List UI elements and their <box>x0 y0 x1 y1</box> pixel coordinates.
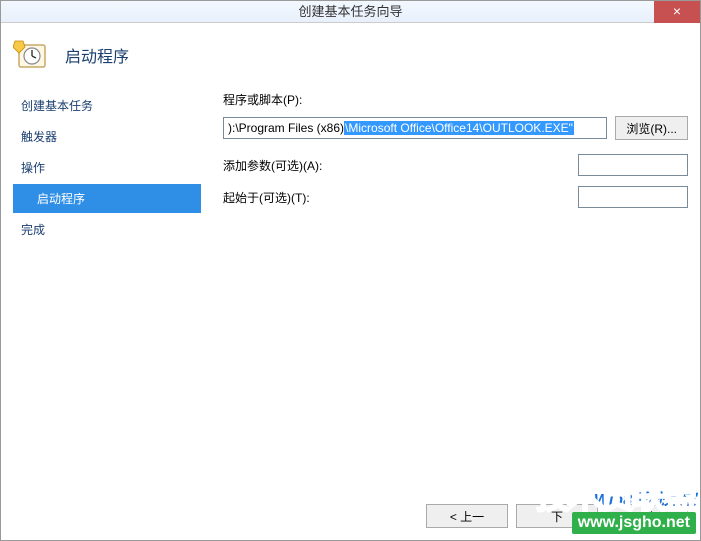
cancel-button[interactable]: 消 <box>606 504 688 528</box>
sidebar-item-action[interactable]: 操作 <box>13 153 201 182</box>
program-label: 程序或脚本(P): <box>223 91 688 108</box>
window-title: 创建基本任务向导 <box>298 4 402 19</box>
arguments-input[interactable] <box>578 154 688 176</box>
wizard-header: 启动程序 <box>1 23 700 91</box>
close-icon: × <box>673 3 681 19</box>
browse-button[interactable]: 浏览(R)... <box>615 116 688 140</box>
form-panel: 程序或脚本(P): ):\Program Files (x86)\Microso… <box>201 91 700 481</box>
close-button[interactable]: × <box>654 1 700 23</box>
startin-input[interactable] <box>578 186 688 208</box>
sidebar-item-create-task[interactable]: 创建基本任务 <box>13 91 201 120</box>
sidebar-item-finish[interactable]: 完成 <box>13 215 201 244</box>
clock-wizard-icon <box>13 37 49 73</box>
path-prefix-text: ):\Program Files (x86) <box>228 121 344 135</box>
page-title: 启动程序 <box>65 43 129 67</box>
sidebar-item-trigger[interactable]: 触发器 <box>13 122 201 151</box>
wizard-sidebar: 创建基本任务 触发器 操作 启动程序 完成 <box>1 91 201 481</box>
sidebar-item-start-program[interactable]: 启动程序 <box>13 184 201 213</box>
wizard-footer: < 上一 下 消 <box>426 504 688 528</box>
program-path-input[interactable]: ):\Program Files (x86)\Microsoft Office\… <box>223 117 607 139</box>
path-selected-text: \Microsoft Office\Office14\OUTLOOK.EXE" <box>344 121 574 135</box>
next-button[interactable]: 下 <box>516 504 598 528</box>
arguments-label: 添加参数(可选)(A): <box>223 157 343 174</box>
back-button[interactable]: < 上一 <box>426 504 508 528</box>
startin-label: 起始于(可选)(T): <box>223 189 343 206</box>
titlebar: 创建基本任务向导 × <box>1 1 700 23</box>
